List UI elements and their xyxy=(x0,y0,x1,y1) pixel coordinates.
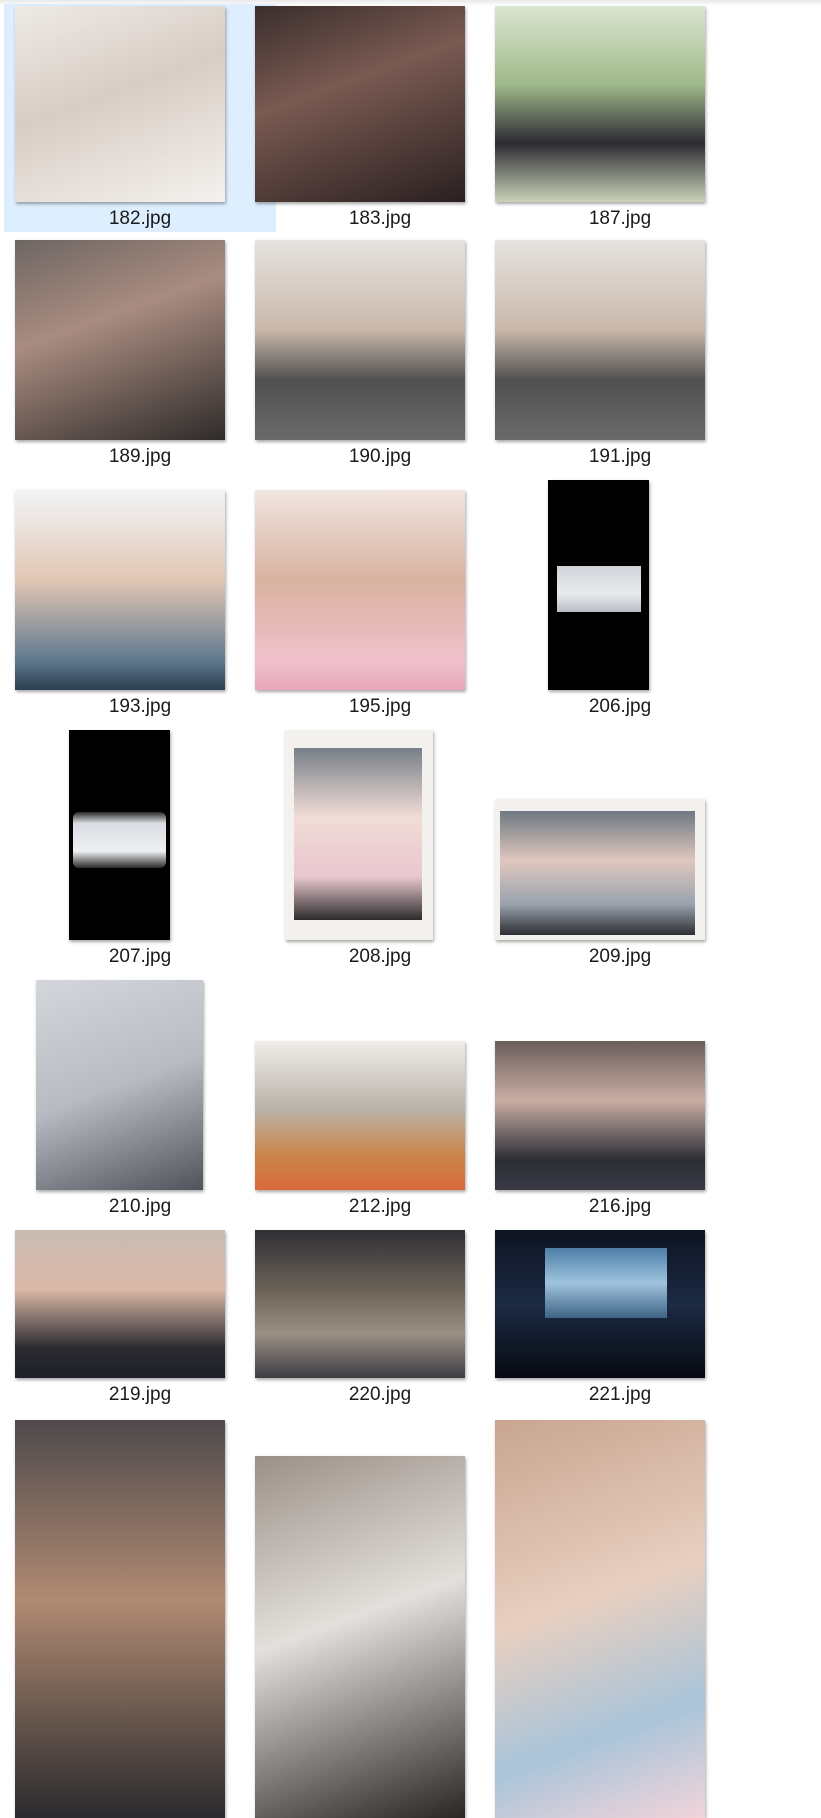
file-item[interactable]: 208.jpg xyxy=(244,728,516,970)
thumbnail-image[interactable] xyxy=(495,240,705,440)
file-item[interactable] xyxy=(484,1418,756,1818)
file-item[interactable]: 221.jpg xyxy=(484,1228,756,1410)
video-frame xyxy=(73,812,166,868)
file-name[interactable]: 221.jpg xyxy=(484,1384,756,1406)
thumbnail-image[interactable] xyxy=(285,730,433,940)
file-name[interactable]: 220.jpg xyxy=(244,1384,516,1406)
instant-photo-print xyxy=(500,811,695,935)
file-item[interactable]: 189.jpg xyxy=(4,238,276,470)
file-item[interactable]: 207.jpg xyxy=(4,728,276,970)
thumbnail-image[interactable] xyxy=(548,480,649,690)
thumbnail-image[interactable] xyxy=(495,1041,705,1190)
file-name[interactable]: 193.jpg xyxy=(4,696,276,718)
file-item[interactable]: 219.jpg xyxy=(4,1228,276,1410)
file-name[interactable]: 219.jpg xyxy=(4,1384,276,1406)
thumbnail-image[interactable] xyxy=(255,1230,465,1378)
instant-photo-print xyxy=(294,748,422,920)
file-name[interactable]: 210.jpg xyxy=(4,1196,276,1218)
file-name[interactable]: 206.jpg xyxy=(484,696,756,718)
file-item[interactable]: 220.jpg xyxy=(244,1228,516,1410)
thumbnail-image[interactable] xyxy=(255,240,465,440)
file-name[interactable]: 209.jpg xyxy=(484,946,756,968)
thumbnail-image[interactable] xyxy=(495,6,705,202)
file-item[interactable]: 190.jpg xyxy=(244,238,516,470)
file-item[interactable]: 193.jpg xyxy=(4,478,276,720)
thumbnail-image[interactable] xyxy=(495,1420,705,1818)
file-name[interactable]: 207.jpg xyxy=(4,946,276,968)
file-item[interactable]: 212.jpg xyxy=(244,978,516,1220)
file-name[interactable]: 182.jpg xyxy=(4,208,276,230)
thumbnail-image[interactable] xyxy=(15,6,225,202)
thumbnail-image[interactable] xyxy=(15,490,225,690)
file-item[interactable]: 206.jpg xyxy=(484,478,756,720)
file-name[interactable]: 216.jpg xyxy=(484,1196,756,1218)
file-name[interactable]: 212.jpg xyxy=(244,1196,516,1218)
thumbnail-image[interactable] xyxy=(255,6,465,202)
file-item[interactable]: 182.jpg xyxy=(4,4,276,232)
file-name[interactable]: 183.jpg xyxy=(244,208,516,230)
file-item[interactable]: 209.jpg xyxy=(484,728,756,970)
file-name[interactable]: 208.jpg xyxy=(244,946,516,968)
file-item[interactable]: 195.jpg xyxy=(244,478,516,720)
file-item[interactable] xyxy=(4,1418,276,1818)
thumbnail-image[interactable] xyxy=(495,799,705,940)
thumbnail-image[interactable] xyxy=(15,1420,225,1818)
thumbnail-image[interactable] xyxy=(255,1456,465,1818)
thumbnail-image[interactable] xyxy=(255,1041,465,1190)
video-frame xyxy=(557,566,641,612)
projection-screen xyxy=(545,1248,667,1318)
thumbnail-image[interactable] xyxy=(36,980,203,1190)
file-item[interactable]: 187.jpg xyxy=(484,4,756,232)
file-name[interactable]: 195.jpg xyxy=(244,696,516,718)
thumbnail-image[interactable] xyxy=(15,1230,225,1378)
file-item[interactable]: 210.jpg xyxy=(4,978,276,1220)
thumbnail-image[interactable] xyxy=(255,490,465,690)
thumbnail-image[interactable] xyxy=(15,240,225,440)
thumbnail-image[interactable] xyxy=(495,1230,705,1378)
file-name[interactable]: 189.jpg xyxy=(4,446,276,468)
file-item[interactable]: 191.jpg xyxy=(484,238,756,470)
thumbnail-image[interactable] xyxy=(69,730,170,940)
file-thumbnail-grid: 182.jpg 183.jpg 187.jpg 189.jpg 190.jpg … xyxy=(0,0,821,1818)
file-name[interactable]: 190.jpg xyxy=(244,446,516,468)
file-item[interactable] xyxy=(244,1418,516,1818)
file-name[interactable]: 187.jpg xyxy=(484,208,756,230)
file-item[interactable]: 216.jpg xyxy=(484,978,756,1220)
file-name[interactable]: 191.jpg xyxy=(484,446,756,468)
file-item[interactable]: 183.jpg xyxy=(244,4,516,232)
